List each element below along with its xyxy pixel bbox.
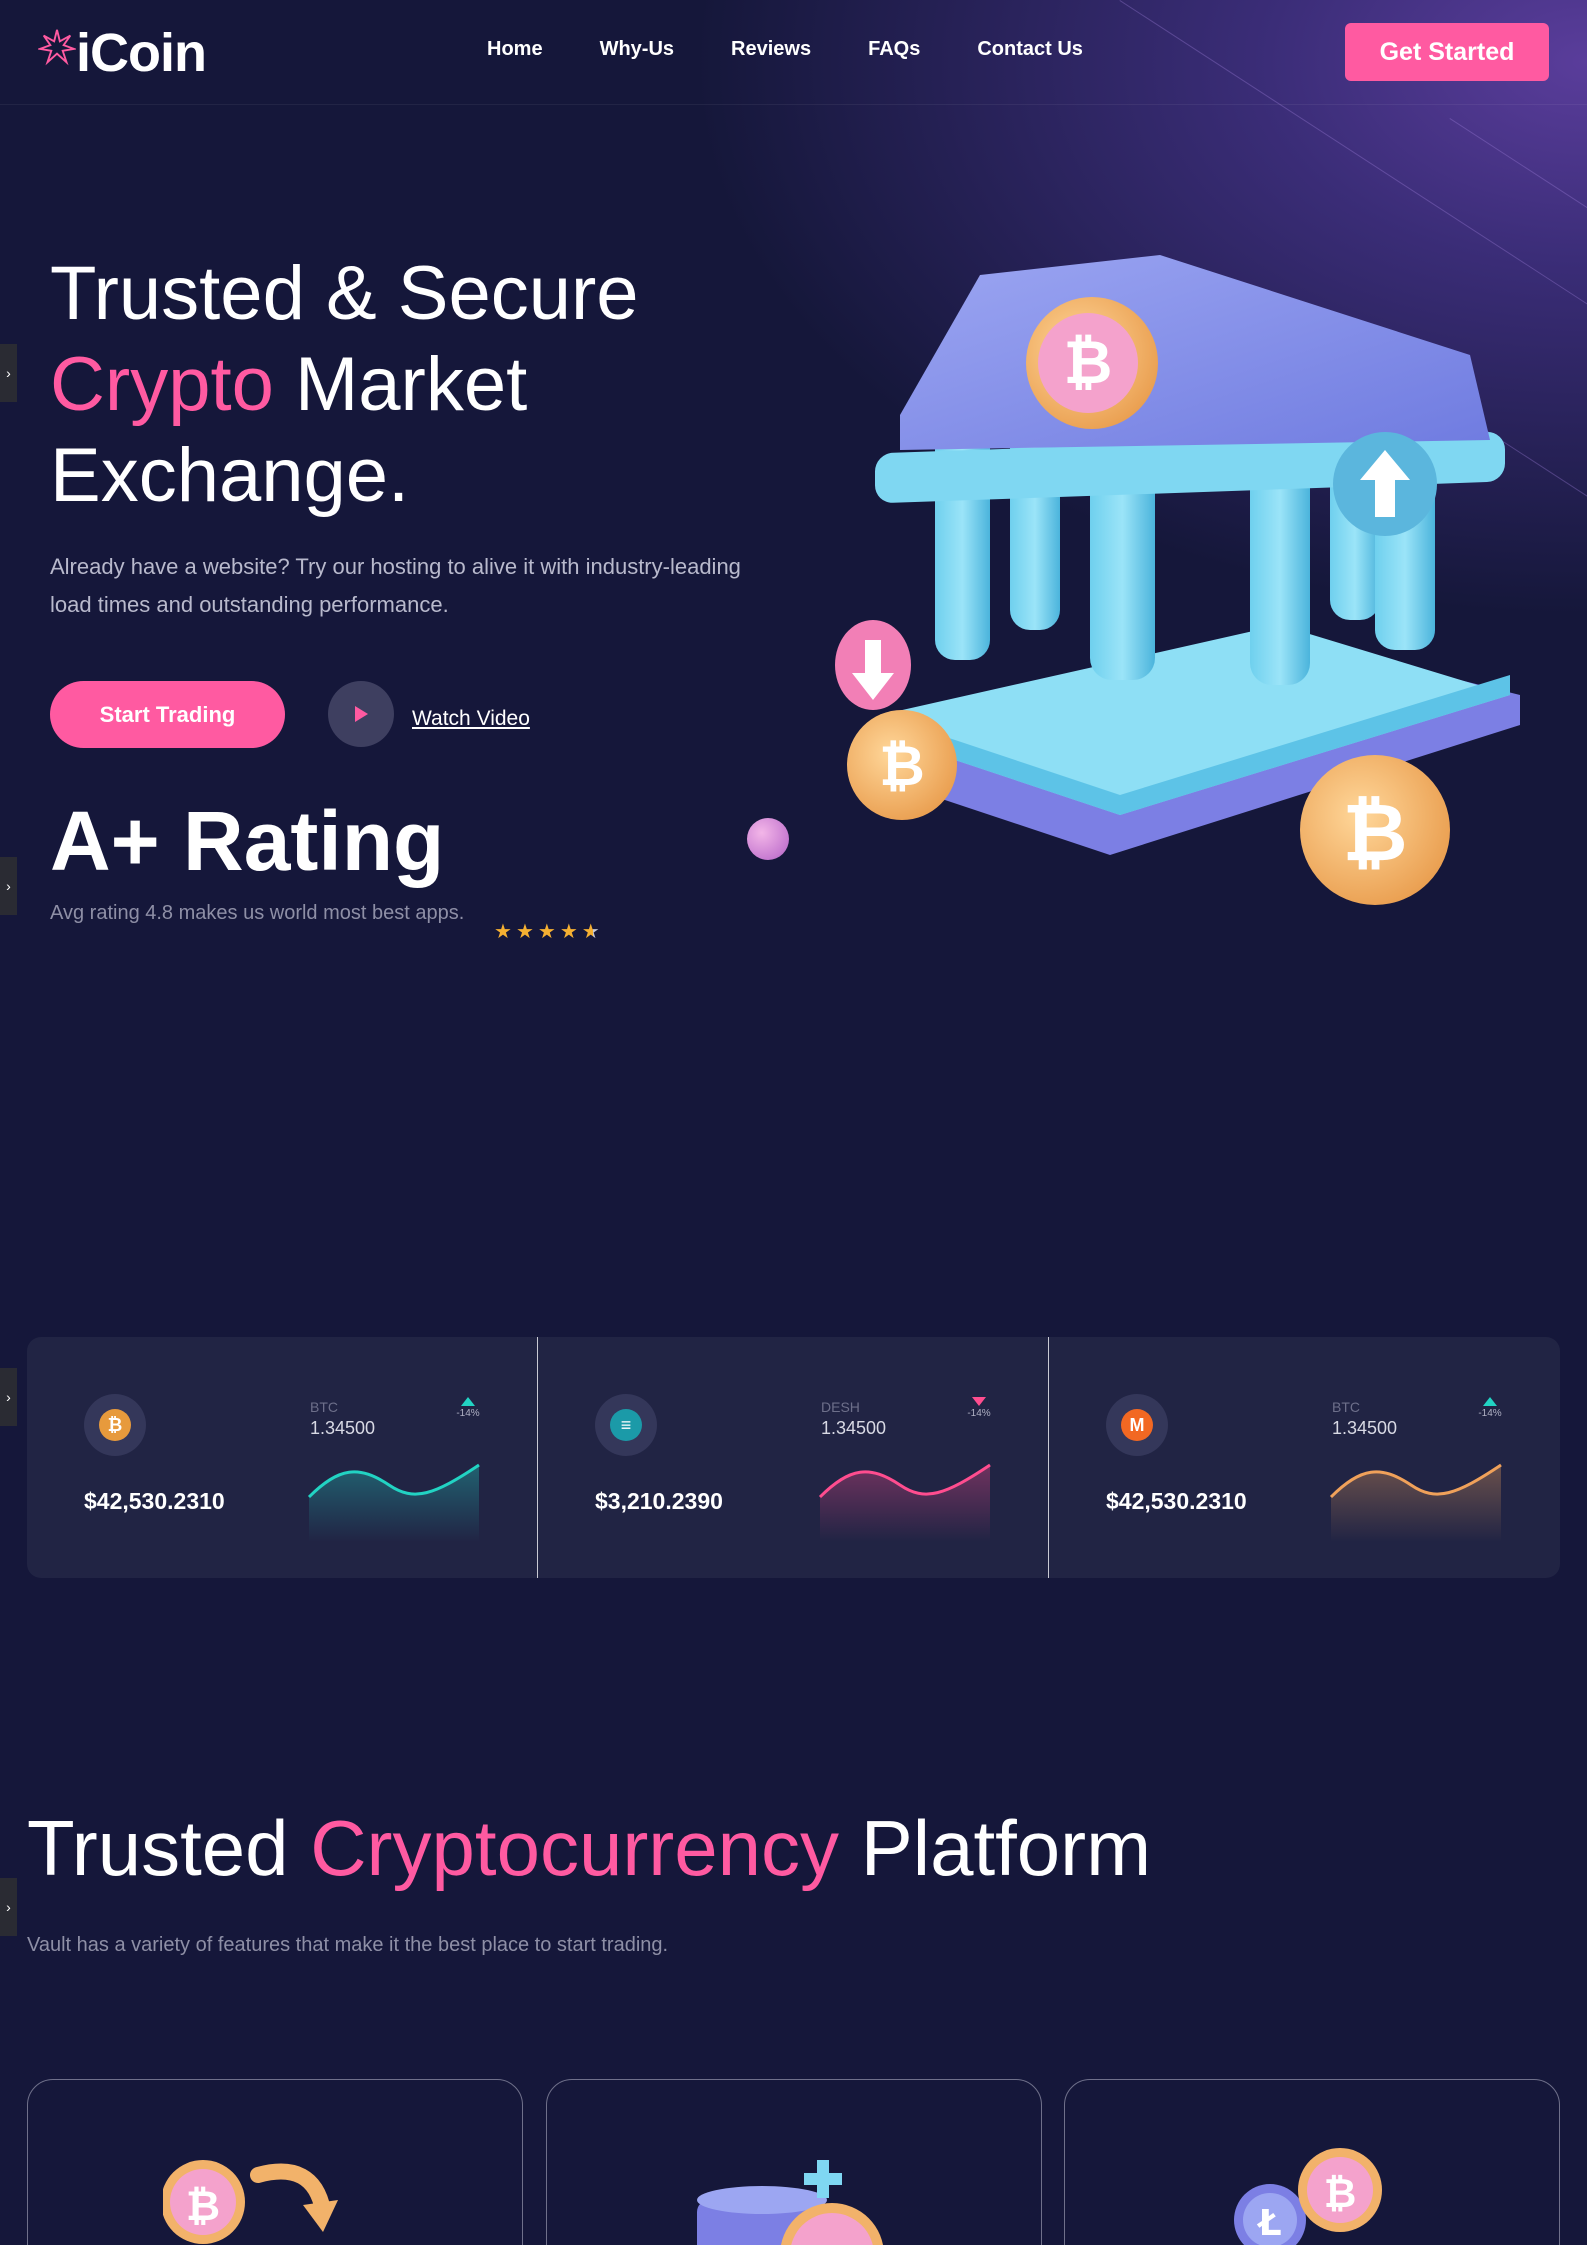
logo[interactable]: iCoin (38, 22, 207, 84)
sparkline-chart (307, 1463, 480, 1542)
ticker-symbol: BTC (1332, 1399, 1360, 1415)
start-trading-button[interactable]: Start Trading (50, 681, 285, 748)
ticker-card[interactable]: M BTC 1.34500 -14% $42,530.2310 (1049, 1337, 1560, 1578)
feature-card[interactable]: ₿ (27, 2079, 523, 2245)
star-icon: ★ (494, 921, 512, 943)
top-navigation: iCoin Home Why-Us Reviews FAQs Contact U… (0, 0, 1587, 105)
ticker-change: -14% (964, 1397, 994, 1419)
ticker-price: $3,210.2390 (595, 1488, 723, 1514)
play-video-button[interactable] (328, 681, 394, 747)
hero-title-line1: Trusted & Secure (50, 251, 639, 336)
svg-text:₿: ₿ (1342, 786, 1407, 879)
ticker-change-label: -14% (1478, 1408, 1502, 1419)
side-expand-tab[interactable]: › (0, 857, 17, 915)
side-expand-tab[interactable]: › (0, 1878, 17, 1936)
section-title: Trusted Cryptocurrency Platform (27, 1803, 1151, 1894)
svg-text:Ł: Ł (1256, 2203, 1281, 2244)
ticker-value: 1.34500 (310, 1418, 376, 1438)
feature-card[interactable]: Ł ₿ (1064, 2079, 1560, 2245)
section-description: Vault has a variety of features that mak… (27, 1934, 669, 1956)
sparkline-chart (818, 1463, 991, 1542)
get-started-button[interactable]: Get Started (1345, 23, 1549, 81)
sparkline-chart (1329, 1463, 1502, 1542)
ticker-price: $42,530.2310 (1106, 1488, 1247, 1514)
trend-down-icon (972, 1397, 986, 1406)
nav-why-us-link[interactable]: Why-Us (600, 38, 674, 61)
bank-illustration: ₿ ₿ ₿ (835, 255, 1520, 905)
watch-video-link[interactable]: Watch Video (412, 707, 530, 731)
section-title-highlight: Cryptocurrency (310, 1804, 840, 1892)
star-icon: ★ (515, 921, 534, 943)
ticker-change: -14% (453, 1397, 483, 1419)
feature-card[interactable] (546, 2079, 1042, 2245)
section-title-start: Trusted (27, 1804, 311, 1892)
ticker-card[interactable]: ₿ BTC 1.34500 -14% $42,530.2310 (27, 1337, 538, 1578)
svg-text:₿: ₿ (1064, 328, 1113, 398)
hero-title-line3: Exchange. (50, 433, 410, 518)
ticker-symbol: BTC (310, 1399, 338, 1415)
logo-text: iCoin (76, 23, 207, 83)
hero-title-line2: Market (273, 342, 528, 427)
ticker-change: -14% (1475, 1397, 1505, 1419)
star-rating: ★ ★ ★ ★ ★ (494, 922, 600, 942)
decorative-ball (747, 818, 789, 860)
monero-icon: M (1106, 1394, 1168, 1456)
svg-text:₿: ₿ (186, 2181, 220, 2230)
hero-title: Trusted & Secure Crypto Market Exchange. (50, 248, 639, 521)
side-expand-tab[interactable]: › (0, 1368, 17, 1426)
main-menu: Home Why-Us Reviews FAQs Contact Us (487, 38, 1083, 61)
ticker-price: $42,530.2310 (84, 1488, 225, 1514)
nav-contact-link[interactable]: Contact Us (977, 38, 1083, 61)
nav-reviews-link[interactable]: Reviews (731, 38, 811, 61)
bitcoin-transfer-icon: ₿ (163, 2160, 338, 2244)
bitcoin-stack-icon (697, 2160, 884, 2245)
rating-description: Avg rating 4.8 makes us world most best … (50, 902, 465, 924)
dash-icon: ≡ (595, 1394, 657, 1456)
section-title-end: Platform (839, 1804, 1152, 1892)
nav-faqs-link[interactable]: FAQs (868, 38, 920, 61)
side-expand-tab[interactable]: › (0, 344, 17, 402)
rating-title: A+ Rating (50, 794, 445, 888)
trend-up-icon (1483, 1397, 1497, 1406)
play-icon (355, 706, 368, 722)
star-icon: ★ (559, 921, 578, 943)
logo-star-icon (38, 29, 76, 66)
ticker-card[interactable]: ≡ DESH 1.34500 -14% $3,210.2390 (538, 1337, 1049, 1578)
hero-description: Already have a website? Try our hosting … (50, 554, 741, 617)
ticker-symbol: DESH (821, 1399, 860, 1415)
price-ticker: ₿ BTC 1.34500 -14% $42,530.2310 ≡ DESH 1… (27, 1337, 1560, 1578)
ticker-value: 1.34500 (1332, 1418, 1398, 1438)
decorative-line (1449, 118, 1587, 228)
svg-text:₿: ₿ (879, 734, 925, 799)
ticker-change-label: -14% (967, 1408, 991, 1419)
crypto-coins-icon: Ł ₿ (1234, 2148, 1382, 2245)
hero-title-highlight: Crypto (50, 342, 274, 427)
star-icon: ★ (537, 921, 556, 943)
trend-up-icon (461, 1397, 475, 1406)
nav-home-link[interactable]: Home (487, 38, 543, 61)
ticker-value: 1.34500 (821, 1418, 887, 1438)
ticker-change-label: -14% (456, 1408, 480, 1419)
star-half-icon: ★ (581, 921, 600, 943)
bitcoin-icon: ₿ (84, 1394, 146, 1456)
svg-text:₿: ₿ (1324, 2171, 1357, 2217)
